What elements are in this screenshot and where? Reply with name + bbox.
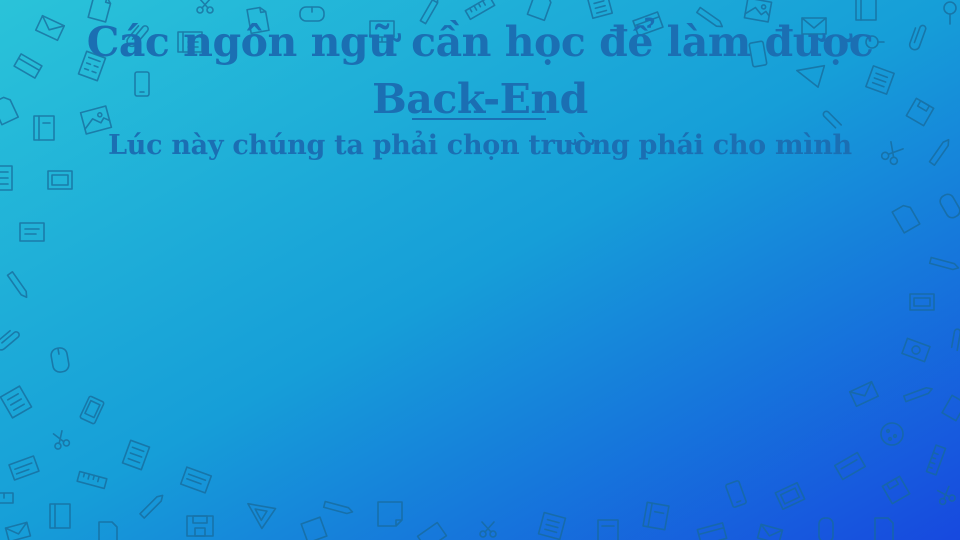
slide-subtitle: Lúc này chúng ta phải chọn trường phái c… [108,130,852,161]
title-underline [412,118,546,120]
slide-title: Các ngôn ngữ cần học để làm được Back-En… [86,18,874,123]
slide: Các ngôn ngữ cần học để làm được Back-En… [0,0,960,540]
